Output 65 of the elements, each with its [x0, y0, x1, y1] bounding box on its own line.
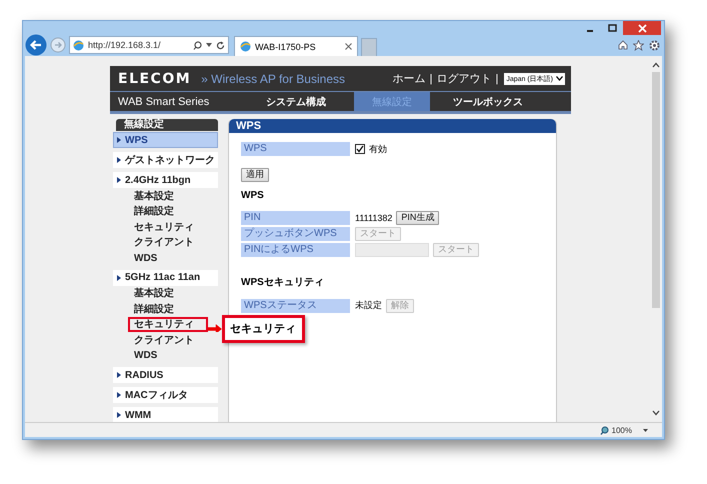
star-icon[interactable]: [633, 40, 644, 51]
field-value: 未設定: [355, 299, 382, 312]
maximize-icon: [608, 24, 616, 32]
home-icon[interactable]: [618, 40, 628, 50]
scrollbar[interactable]: [650, 56, 662, 422]
search-icon[interactable]: [193, 40, 202, 50]
close-icon[interactable]: [345, 43, 352, 50]
chevron-up-icon[interactable]: [652, 62, 660, 68]
logo: ELECOM: [118, 70, 192, 87]
triangle-icon: [117, 137, 121, 144]
section-heading: WPS: [241, 190, 265, 201]
sidebar-item[interactable]: ゲストネットワーク: [113, 152, 218, 168]
field-label: PINによるWPS: [241, 242, 350, 257]
sidebar-item[interactable]: MACフィルタ: [113, 387, 218, 404]
triangle-icon: [117, 157, 121, 164]
sidebar-item[interactable]: RADIUS: [113, 367, 218, 384]
triangle-icon: [117, 177, 121, 184]
field-value: 11111382: [355, 212, 392, 223]
sidebar-subitem[interactable]: セキュリティ: [128, 317, 208, 332]
refresh-icon[interactable]: [216, 40, 225, 50]
sidebar-item[interactable]: 5GHz 11ac 11an: [113, 270, 218, 286]
back-button[interactable]: [25, 34, 47, 56]
checkbox[interactable]: [355, 144, 365, 154]
action-button[interactable]: PIN生成: [396, 210, 440, 225]
link-separator: |: [495, 72, 498, 85]
apply-button[interactable]: 適用: [241, 168, 269, 182]
chevron-down-icon: [556, 76, 563, 82]
pin-input-field[interactable]: [355, 242, 429, 257]
header-link[interactable]: ホーム: [392, 71, 426, 86]
caret-icon[interactable]: [643, 428, 648, 432]
sidebar-item[interactable]: WMM: [113, 407, 218, 422]
caret-icon[interactable]: [206, 43, 212, 47]
triangle-icon: [117, 274, 121, 281]
series-title: WAB Smart Series: [117, 94, 210, 110]
zoom-icon: [600, 426, 609, 435]
zoom-level[interactable]: 100%: [612, 426, 632, 435]
header-link[interactable]: ログアウト: [436, 71, 492, 86]
triangle-icon: [117, 372, 121, 378]
close-button[interactable]: [623, 21, 661, 35]
callout-label: セキュリティ: [222, 315, 305, 344]
field-label: プッシュボタンWPS: [241, 226, 350, 241]
checkbox-label: 有効: [369, 142, 387, 156]
settings-icon[interactable]: [649, 40, 660, 51]
panel-title: WPS: [229, 119, 556, 134]
chevron-down-icon[interactable]: [652, 410, 660, 416]
field-label: WPS: [241, 142, 350, 156]
link-separator: |: [430, 72, 432, 85]
arrow-icon: [208, 324, 222, 334]
browser-tab[interactable]: WAB-I1750-PS: [234, 36, 358, 56]
close-icon: [638, 24, 646, 32]
globe-icon: [73, 40, 84, 50]
sidebar-heading: 無線設定: [116, 119, 218, 132]
nav-tab[interactable]: システム構成: [258, 92, 334, 112]
scrollbar-thumb[interactable]: [652, 72, 660, 308]
section-heading: WPSセキュリティ: [241, 276, 325, 289]
globe-icon: [240, 41, 251, 52]
address-bar[interactable]: http://192.168.3.1/: [69, 36, 229, 54]
triangle-icon: [117, 392, 121, 398]
sidebar-item[interactable]: 2.4GHz 11bgn: [113, 172, 218, 188]
sidebar-item[interactable]: WPS: [113, 132, 218, 148]
triangle-icon: [117, 412, 121, 418]
tagline: » Wireless AP for Business: [201, 72, 345, 86]
nav-tab[interactable]: ツールボックス: [450, 92, 526, 112]
field-label: PIN: [241, 210, 350, 225]
field-label: WPSステータス: [241, 298, 350, 313]
